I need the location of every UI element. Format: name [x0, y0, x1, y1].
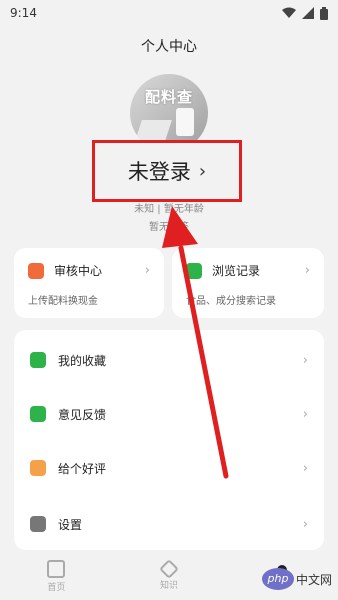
- menu-item-label: 设置: [58, 517, 83, 532]
- chevron-right-icon: ›: [144, 263, 150, 278]
- watermark-logo: php: [261, 568, 294, 590]
- battery-icon: [320, 6, 328, 20]
- menu-list: 我的收藏 › 意见反馈 › 给个好评 › 设置 ›: [14, 330, 324, 550]
- page-title: 个人中心: [141, 39, 197, 55]
- status-bar: 9:14: [0, 0, 338, 26]
- knowledge-icon: [159, 558, 179, 579]
- chevron-right-icon: ›: [302, 406, 308, 422]
- wifi-icon: [282, 7, 296, 18]
- history-icon: [186, 262, 202, 279]
- review-center-subtitle: 上传配料换现金: [28, 296, 98, 307]
- menu-item-settings[interactable]: 设置 ›: [14, 504, 324, 544]
- thumbs-up-icon: [30, 460, 46, 476]
- login-button[interactable]: 未登录 ›: [92, 140, 242, 202]
- home-icon: [47, 559, 66, 578]
- menu-item-label: 给个好评: [58, 461, 107, 476]
- status-icons: [282, 6, 328, 20]
- review-icon: [28, 262, 44, 279]
- menu-item-feedback[interactable]: 意见反馈 ›: [14, 394, 324, 434]
- status-time: 9:14: [10, 6, 37, 20]
- nav-label: 知识: [159, 580, 178, 591]
- chevron-right-icon: ›: [304, 263, 310, 278]
- menu-item-rate[interactable]: 给个好评 ›: [14, 448, 324, 488]
- watermark: php 中文网: [261, 568, 332, 590]
- chevron-right-icon: ›: [302, 516, 308, 532]
- watermark-text: 中文网: [295, 572, 332, 587]
- avatar-text: 配料查: [144, 88, 193, 106]
- review-center-title: 审核中心: [54, 264, 103, 278]
- nav-label: 首页: [47, 582, 66, 593]
- profile-info: 未知 | 暂无年龄: [134, 204, 204, 215]
- browse-history-card[interactable]: 浏览记录 › 食品、成分搜索记录: [172, 248, 324, 318]
- browse-history-subtitle: 食品、成分搜索记录: [186, 296, 276, 307]
- browse-history-title: 浏览记录: [212, 264, 261, 278]
- chevron-right-icon: ›: [198, 160, 207, 182]
- chevron-right-icon: ›: [302, 352, 308, 368]
- menu-item-label: 意见反馈: [58, 407, 107, 422]
- profile-tags: 暂无标签: [149, 222, 189, 233]
- menu-item-label: 我的收藏: [58, 353, 107, 368]
- signal-icon: [302, 7, 314, 19]
- menu-item-favorites[interactable]: 我的收藏 ›: [14, 340, 324, 380]
- avatar-shape: [176, 108, 194, 136]
- feedback-icon: [30, 406, 46, 422]
- star-icon: [30, 352, 46, 368]
- nav-knowledge[interactable]: 知识: [134, 558, 204, 591]
- chevron-right-icon: ›: [302, 460, 308, 476]
- gear-icon: [30, 516, 46, 532]
- login-label: 未登录: [127, 160, 191, 184]
- nav-home[interactable]: 首页: [21, 559, 91, 593]
- review-center-card[interactable]: 审核中心 › 上传配料换现金: [14, 248, 164, 318]
